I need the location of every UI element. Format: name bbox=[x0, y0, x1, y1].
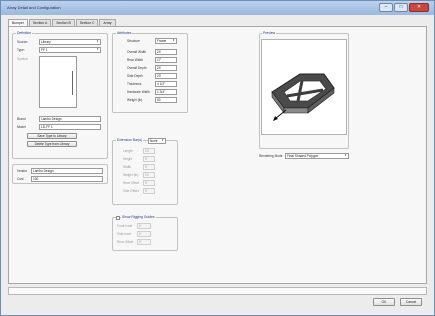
ext-length-field[interactable]: 10' bbox=[143, 148, 155, 154]
attributes-legend: Attributes bbox=[116, 31, 133, 35]
weight-field[interactable]: 50 bbox=[155, 97, 177, 103]
attr-label: Overall Depth bbox=[127, 66, 147, 70]
tab-section-c[interactable]: Section C bbox=[75, 19, 99, 26]
front-inset-field[interactable]: 0' bbox=[137, 223, 151, 229]
side-depth-field[interactable]: 23' bbox=[155, 73, 177, 79]
structure-label: Structure bbox=[127, 39, 140, 43]
bumper-3d-preview bbox=[271, 73, 335, 121]
symbol-mark bbox=[72, 71, 73, 95]
rig-label: Front Inset bbox=[117, 224, 133, 228]
side-inset-field[interactable]: 0' bbox=[137, 231, 151, 237]
preview-legend: Preview bbox=[262, 31, 277, 35]
ext-label: Width bbox=[123, 165, 132, 169]
tab-section-b[interactable]: Section B bbox=[52, 19, 75, 26]
thickness-field[interactable]: 4 1/2" bbox=[155, 81, 177, 87]
attr-label: Rear Width bbox=[127, 58, 143, 62]
maximize-button[interactable]: □ bbox=[394, 3, 408, 12]
type-label: Type: bbox=[17, 48, 25, 52]
save-type-button[interactable]: Save Type to Library bbox=[27, 133, 77, 139]
rigging-guides-checkbox[interactable] bbox=[116, 216, 120, 220]
dialog-window: Array Detail and Configuration – □ ✕ Bum… bbox=[0, 0, 435, 316]
cost-label: Cost bbox=[17, 177, 24, 181]
symbol-label: Symbol bbox=[17, 57, 28, 61]
rigging-group: Show Rigging Guides Front Inset 0' Side … bbox=[112, 215, 178, 251]
ext-label: Weight (lb) bbox=[123, 173, 139, 177]
rig-label: Rear Offset bbox=[117, 240, 134, 244]
model-label: Model bbox=[17, 125, 26, 129]
preview-group: Preview bbox=[259, 31, 349, 149]
ext-side-offset-field[interactable]: 0' bbox=[143, 188, 155, 194]
model-field[interactable]: LD-FF 1 bbox=[39, 124, 101, 130]
ext-label: Rear Offset bbox=[123, 181, 140, 185]
rig-rear-offset-field[interactable]: 0' bbox=[137, 239, 151, 245]
dialog-client: Bumper Section A Section B Section C Arr… bbox=[4, 15, 431, 313]
tab-page-bumper: Definition Source: Library Type: FF 1 Sy… bbox=[8, 26, 427, 284]
ext-rear-offset-field[interactable]: 0' bbox=[143, 180, 155, 186]
overall-width-field[interactable]: 24' bbox=[155, 49, 177, 55]
vendor-label: Vendor bbox=[17, 169, 28, 173]
extension-group: Extension Bar(s) None Length 10' Height … bbox=[112, 138, 178, 205]
extension-legend: Extension Bar(s) bbox=[116, 138, 144, 142]
attr-label: Side Depth bbox=[127, 74, 143, 78]
minimize-button[interactable]: – bbox=[379, 3, 393, 12]
definition-legend: Definition bbox=[16, 31, 33, 35]
rigging-legend: Show Rigging Guides bbox=[121, 215, 156, 219]
symbol-preview bbox=[39, 56, 77, 108]
rendering-mode-dropdown[interactable]: Final Shaded Polygon bbox=[285, 153, 349, 159]
ok-button[interactable]: OK bbox=[373, 298, 395, 306]
extension-mode-dropdown[interactable]: None bbox=[148, 138, 166, 144]
source-dropdown[interactable]: Library bbox=[39, 39, 101, 45]
ext-weight-field[interactable]: 10 bbox=[143, 172, 155, 178]
close-button[interactable]: ✕ bbox=[409, 3, 429, 12]
source-label: Source: bbox=[17, 40, 28, 44]
tab-section-a[interactable]: Section A bbox=[28, 19, 52, 26]
vendor-field[interactable]: Lambo Design bbox=[31, 168, 103, 174]
window-title: Array Detail and Configuration bbox=[7, 5, 61, 10]
ext-width-field[interactable]: 0' bbox=[143, 164, 155, 170]
ext-label: Length bbox=[123, 149, 133, 153]
cost-field[interactable]: 100 bbox=[31, 176, 103, 182]
ext-height-field[interactable]: 0' bbox=[143, 156, 155, 162]
delete-type-button[interactable]: Delete Type from Library bbox=[27, 141, 77, 147]
type-dropdown[interactable]: FF 1 bbox=[39, 47, 101, 53]
ext-label: Height bbox=[123, 157, 133, 161]
status-bar bbox=[8, 287, 427, 295]
tab-array[interactable]: Array bbox=[99, 19, 116, 26]
definition-group: Definition Source: Library Type: FF 1 Sy… bbox=[12, 31, 108, 159]
title-bar[interactable]: Array Detail and Configuration – □ ✕ bbox=[1, 1, 434, 15]
rig-label: Side Inset bbox=[117, 232, 132, 236]
brand-field[interactable]: Lambo Design bbox=[39, 116, 101, 122]
attr-label: Overall Width bbox=[127, 50, 147, 54]
rear-width-field[interactable]: 17' bbox=[155, 57, 177, 63]
structure-dropdown[interactable]: Frame bbox=[155, 38, 177, 44]
attr-label: Hardware Width bbox=[127, 90, 150, 94]
vendor-group: Vendor Lambo Design Cost 100 bbox=[12, 164, 108, 184]
tab-strip: Bumper Section A Section B Section C Arr… bbox=[8, 19, 117, 27]
cancel-button[interactable]: Cancel bbox=[400, 298, 422, 306]
rendering-mode-label: Rendering Mode bbox=[259, 154, 283, 158]
attr-label: Thickness bbox=[127, 82, 142, 86]
preview-canvas[interactable] bbox=[261, 39, 347, 135]
brand-label: Brand bbox=[17, 117, 26, 121]
hardware-width-field[interactable]: 1 3/4" bbox=[155, 89, 177, 95]
ext-label: Side Offset bbox=[123, 189, 139, 193]
attributes-group: Attributes Structure Frame Overall Width… bbox=[112, 31, 188, 113]
overall-depth-field[interactable]: 24' bbox=[155, 65, 177, 71]
attr-label: Weight (lb) bbox=[127, 98, 143, 102]
